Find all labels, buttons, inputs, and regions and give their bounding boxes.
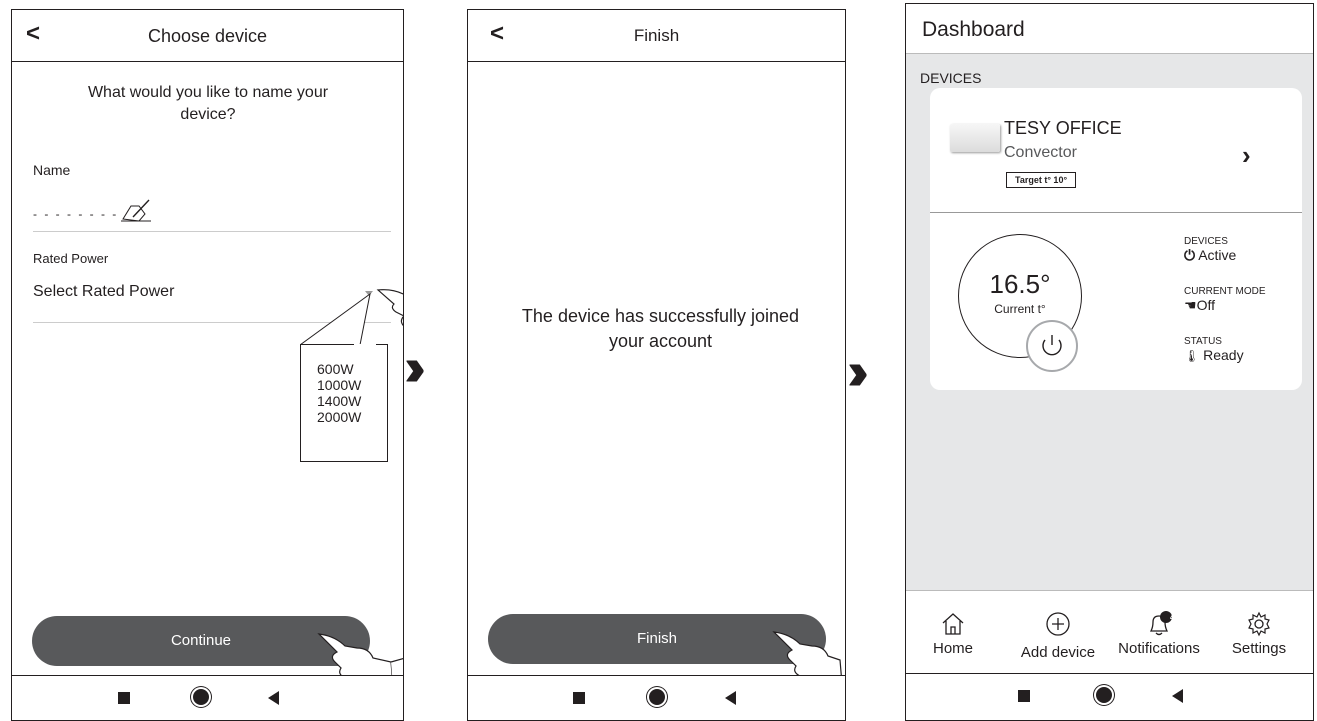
add-icon <box>1046 612 1070 636</box>
thermometer-icon: 🌡︎ <box>1184 349 1200 363</box>
pointing-hand-icon <box>376 289 403 327</box>
screen-finish: < Finish The device has successfully joi… <box>467 9 846 721</box>
success-message: The device has successfully joined your … <box>521 306 800 351</box>
power-options-callout: 600W 1000W 1400W 2000W <box>300 344 388 462</box>
back-system-button[interactable] <box>1172 689 1183 703</box>
gear-icon <box>1248 611 1270 637</box>
tab-label: Home <box>932 640 973 657</box>
system-nav-bar <box>906 673 1313 720</box>
status-ready: STATUS 🌡︎ Ready <box>1184 336 1244 363</box>
power-label: Rated Power <box>33 251 109 266</box>
status-label: DEVICES <box>1184 236 1228 247</box>
screen-dashboard: Dashboard DEVICES TESY OFFICE Convector … <box>905 3 1314 721</box>
temperature-caption: Current t° <box>994 302 1046 316</box>
callout-top-left-edge <box>300 344 354 345</box>
option-600w[interactable]: 600W <box>317 361 361 377</box>
chevron-right-icon[interactable]: › <box>1242 140 1251 171</box>
status-value: Ready <box>1203 347 1244 363</box>
page-title: Finish <box>633 26 680 45</box>
system-nav-bar <box>468 675 845 720</box>
pen-icon <box>121 199 151 222</box>
name-question: What would you like to name your device? <box>87 84 329 123</box>
home-icon <box>942 613 964 635</box>
screen-choose-device: < Choose device What would you like to n… <box>11 9 404 721</box>
recent-apps-button[interactable] <box>573 692 585 704</box>
status-current-mode: CURRENT MODE ☚Off <box>1184 286 1265 314</box>
notification-badge: 4 <box>1170 613 1175 622</box>
home-system-button[interactable] <box>649 689 665 705</box>
tab-settings[interactable]: Settings <box>1226 611 1292 657</box>
status-label: CURRENT MODE <box>1184 286 1266 297</box>
page-title: Choose device <box>147 26 268 46</box>
convector-image <box>950 124 1000 152</box>
status-devices: DEVICES ⏻ Active <box>1184 236 1236 264</box>
power-icon: ⏻ <box>1184 247 1196 263</box>
system-nav-bar <box>12 675 403 720</box>
tab-notifications[interactable]: 4 Notifications <box>1112 611 1206 657</box>
tab-label: Settings <box>1231 640 1287 657</box>
home-system-button[interactable] <box>1096 687 1112 703</box>
temperature-value: 16.5° <box>989 269 1051 299</box>
status-label: STATUS <box>1184 336 1222 347</box>
divider <box>930 212 1302 213</box>
option-1400w[interactable]: 1400W <box>317 393 361 409</box>
status-value: Active <box>1198 247 1237 263</box>
power-button[interactable] <box>1026 320 1078 372</box>
target-badge: Target t° 10° <box>1006 172 1077 188</box>
option-2000w[interactable]: 2000W <box>317 409 361 425</box>
home-system-button[interactable] <box>193 689 209 705</box>
status-value: Off <box>1196 297 1215 313</box>
tab-home[interactable]: Home <box>920 611 986 657</box>
header: < Choose device <box>12 10 403 62</box>
callout-top-right-edge <box>376 344 388 345</box>
device-name: TESY OFFICE <box>1004 118 1122 138</box>
name-input[interactable]: - - - - - - - - <box>33 193 391 232</box>
tab-label: Notifications <box>1118 640 1200 657</box>
section-title: DEVICES <box>920 70 982 86</box>
header: Dashboard <box>906 4 1313 54</box>
rated-power-value: Select Rated Power <box>33 283 175 300</box>
power-icon <box>1042 335 1062 356</box>
dotted-placeholder: - - - - - - - - <box>33 207 119 221</box>
option-list: 600W 1000W 1400W 2000W <box>317 361 361 425</box>
tab-add-device[interactable]: Add device <box>1008 611 1108 661</box>
header: < Finish <box>468 10 845 62</box>
back-system-button[interactable] <box>268 691 279 705</box>
bottom-tab-bar: Home Add device 4 Notifications Settings <box>906 590 1313 675</box>
page-title: Dashboard <box>922 18 1025 41</box>
recent-apps-button[interactable] <box>118 692 130 704</box>
device-type: Convector <box>1004 144 1077 161</box>
name-label: Name <box>33 162 71 178</box>
recent-apps-button[interactable] <box>1018 690 1030 702</box>
hand-icon: ☚ <box>1184 297 1197 313</box>
tab-label: Add device <box>1020 644 1096 661</box>
back-system-button[interactable] <box>725 691 736 705</box>
device-card[interactable]: TESY OFFICE Convector Target t° 10° › 16… <box>930 88 1302 390</box>
option-1000w[interactable]: 1000W <box>317 377 361 393</box>
